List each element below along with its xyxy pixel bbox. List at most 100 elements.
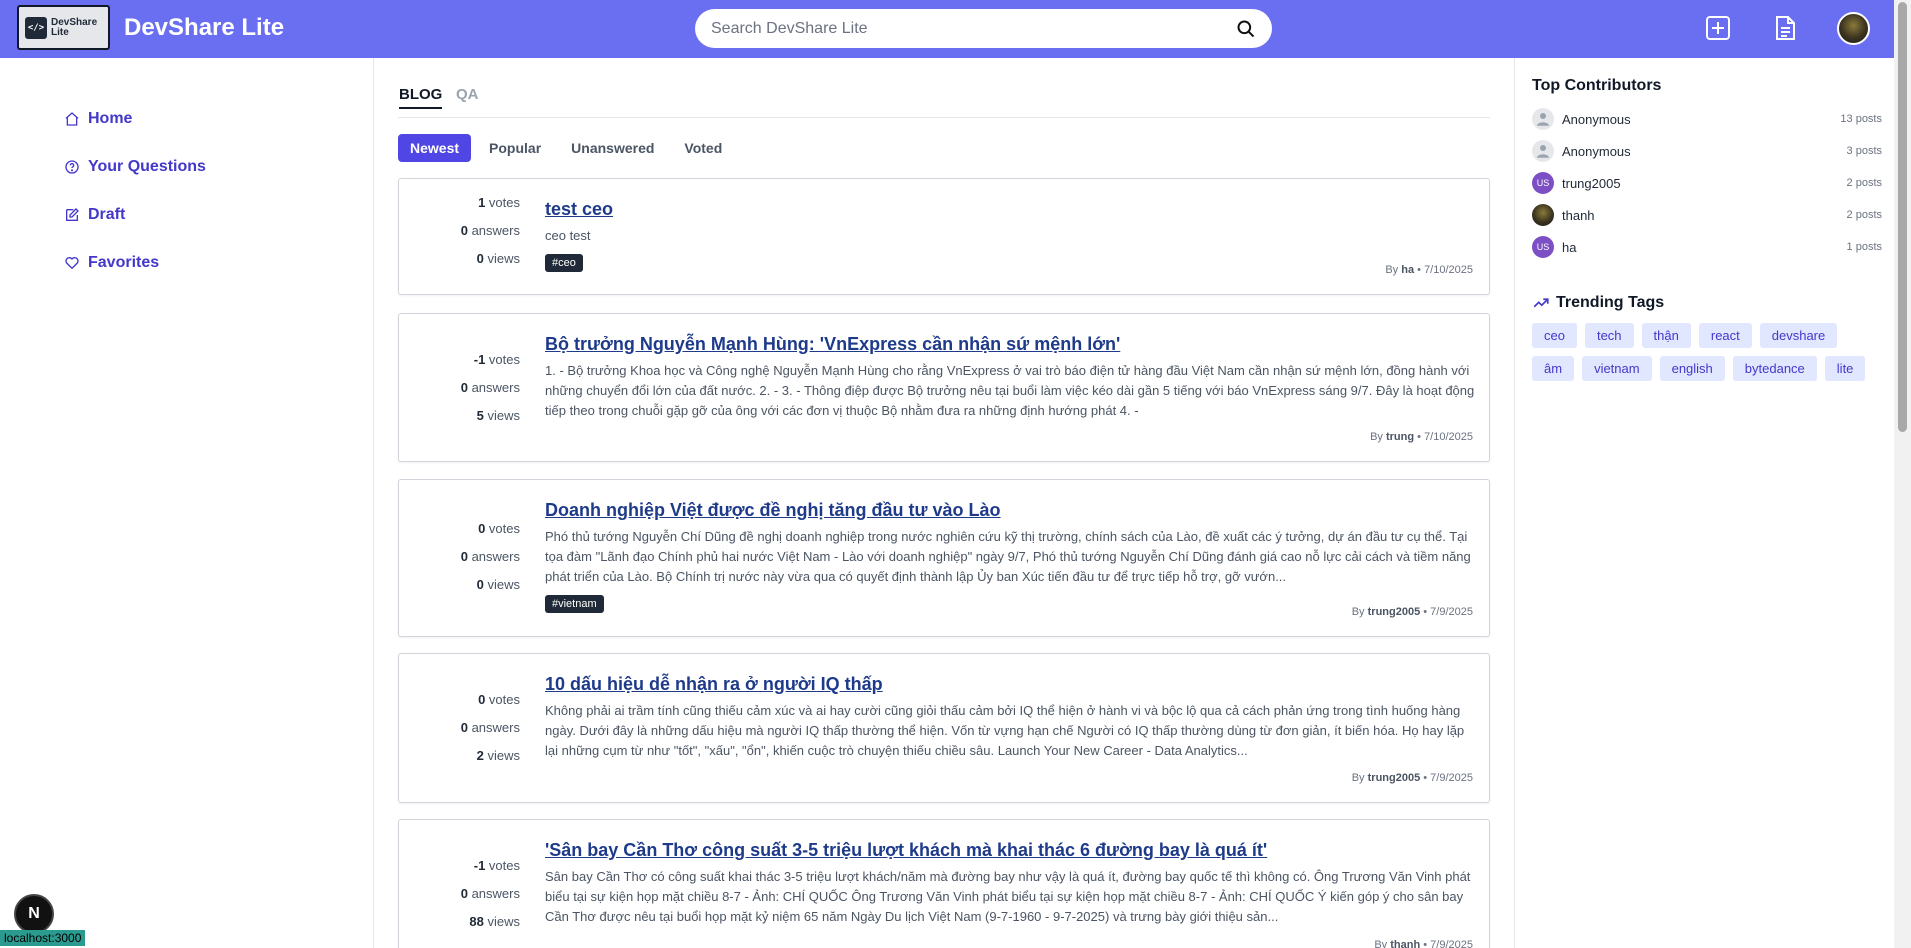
post-stats: -1 votes 0 answers 88 views xyxy=(460,858,520,929)
contributor-name: trung2005 xyxy=(1562,175,1621,191)
trending-tag[interactable]: lite xyxy=(1824,356,1866,381)
contributor-name: Anonymous xyxy=(1562,111,1631,127)
scrollbar-thumb[interactable] xyxy=(1898,2,1907,432)
post-stats: 1 votes 0 answers 0 views xyxy=(460,195,520,266)
filter-unanswered[interactable]: Unanswered xyxy=(559,134,666,162)
filter-voted[interactable]: Voted xyxy=(672,134,734,162)
post-card: -1 votes 0 answers 88 views 'Sân bay Cần… xyxy=(398,819,1490,948)
post-card: 0 votes 0 answers 0 views Doanh nghiệp V… xyxy=(398,479,1490,637)
contributor-item[interactable]: Anonymous 3 posts xyxy=(1532,138,1882,164)
sidebar-item-label: Home xyxy=(88,110,133,127)
post-title[interactable]: Doanh nghiệp Việt được đề nghị tăng đầu … xyxy=(545,500,1475,521)
tab-blog[interactable]: BLOG xyxy=(399,86,443,109)
nextjs-dev-badge[interactable]: N xyxy=(14,894,54,934)
trending-tag[interactable]: ceo xyxy=(1532,323,1577,348)
trending-tag[interactable]: thận xyxy=(1641,323,1691,348)
post-excerpt: ceo test xyxy=(545,228,591,243)
search-bar xyxy=(695,9,1272,48)
post-tag[interactable]: #vietnam xyxy=(545,595,604,613)
page-scrollbar[interactable] xyxy=(1894,0,1911,948)
post-stats: -1 votes 0 answers 5 views xyxy=(460,352,520,423)
post-author[interactable]: trung2005 xyxy=(1368,772,1421,784)
content-tabs: BLOG QA xyxy=(398,86,1490,118)
sidebar-item-your-questions[interactable]: Your Questions xyxy=(64,158,206,176)
post-stats: 0 votes 0 answers 2 views xyxy=(460,692,520,763)
filter-popular[interactable]: Popular xyxy=(477,134,553,162)
contributor-posts: 1 posts xyxy=(1846,241,1882,253)
post-byline: By trung • 7/10/2025 xyxy=(1370,431,1473,443)
trending-tags-list: ceo tech thận react devshare âm vietnam … xyxy=(1532,323,1872,381)
status-url: localhost:3000 xyxy=(0,930,86,946)
trending-tag[interactable]: bytedance xyxy=(1732,356,1817,381)
trending-tag[interactable]: react xyxy=(1698,323,1752,348)
avatar xyxy=(1532,204,1554,226)
post-byline: By ha • 7/10/2025 xyxy=(1385,264,1473,276)
post-author[interactable]: trung xyxy=(1386,431,1414,443)
post-excerpt: Không phải ai trầm tính cũng thiếu cảm x… xyxy=(545,703,1465,758)
contributor-posts: 2 posts xyxy=(1846,177,1882,189)
contributor-posts: 2 posts xyxy=(1846,209,1882,221)
app-logo[interactable]: </> DevShare Lite xyxy=(17,5,110,50)
trending-tags-heading: Trending Tags xyxy=(1532,294,1664,312)
post-tag[interactable]: #ceo xyxy=(545,254,583,272)
contributor-item[interactable]: US trung2005 2 posts xyxy=(1532,170,1882,196)
trending-tag[interactable]: english xyxy=(1659,356,1725,381)
sidebar-item-home[interactable]: Home xyxy=(64,110,132,128)
trending-tag[interactable]: âm xyxy=(1532,356,1575,381)
avatar: US xyxy=(1532,236,1554,258)
post-title[interactable]: 'Sân bay Cần Thơ công suất 3-5 triệu lượ… xyxy=(545,840,1475,861)
search-input[interactable] xyxy=(711,19,1236,38)
top-header: </> DevShare Lite DevShare Lite xyxy=(0,0,1894,58)
heart-icon xyxy=(65,257,79,270)
home-icon xyxy=(65,112,79,126)
post-excerpt: Phó thủ tướng Nguyễn Chí Dũng đề nghị do… xyxy=(545,529,1471,584)
edit-icon xyxy=(66,208,79,221)
right-sidebar: Top Contributors Anonymous 13 posts Anon… xyxy=(1514,58,1894,948)
sidebar-item-favorites[interactable]: Favorites xyxy=(64,254,159,272)
contributor-item[interactable]: thanh 2 posts xyxy=(1532,202,1882,228)
question-circle-icon xyxy=(65,160,79,174)
post-card: 1 votes 0 answers 0 views test ceo ceo t… xyxy=(398,178,1490,295)
post-excerpt: Sân bay Cần Thơ có công suất khai thác 3… xyxy=(545,869,1471,924)
trending-tag[interactable]: devshare xyxy=(1759,323,1838,348)
post-author[interactable]: thanh xyxy=(1390,939,1420,948)
post-byline: By thanh • 7/9/2025 xyxy=(1374,939,1473,948)
contributor-name: ha xyxy=(1562,239,1577,255)
trending-tag[interactable]: vietnam xyxy=(1582,356,1652,381)
left-sidebar: Home Your Questions Draft Favorites xyxy=(0,58,374,948)
trending-tag[interactable]: tech xyxy=(1584,323,1634,348)
post-author[interactable]: ha xyxy=(1401,264,1414,276)
post-title[interactable]: 10 dấu hiệu dễ nhận ra ở người IQ thấp xyxy=(545,674,1475,695)
contributor-posts: 3 posts xyxy=(1846,145,1882,157)
user-avatar[interactable] xyxy=(1837,12,1870,45)
contributor-name: thanh xyxy=(1562,207,1595,223)
app-title[interactable]: DevShare Lite xyxy=(124,14,284,42)
post-author[interactable]: trung2005 xyxy=(1368,606,1421,618)
contributor-posts: 13 posts xyxy=(1840,113,1882,125)
contributor-item[interactable]: US ha 1 posts xyxy=(1532,234,1882,260)
sort-filters: Newest Popular Unanswered Voted xyxy=(398,134,734,162)
filter-newest[interactable]: Newest xyxy=(398,134,472,162)
post-card: -1 votes 0 answers 5 views Bộ trưởng Ngu… xyxy=(398,313,1490,462)
trending-up-icon xyxy=(1533,298,1549,308)
sidebar-item-label: Your Questions xyxy=(88,158,206,175)
sidebar-item-label: Favorites xyxy=(88,254,160,271)
sidebar-item-draft[interactable]: Draft xyxy=(64,206,125,224)
document-icon[interactable] xyxy=(1771,14,1799,42)
anonymous-avatar-icon xyxy=(1532,108,1554,130)
post-stats: 0 votes 0 answers 0 views xyxy=(460,521,520,592)
post-title[interactable]: test ceo xyxy=(545,199,1475,220)
sidebar-item-label: Draft xyxy=(88,206,126,223)
search-icon[interactable] xyxy=(1236,19,1256,39)
post-title[interactable]: Bộ trưởng Nguyễn Mạnh Hùng: 'VnExpress c… xyxy=(545,334,1475,355)
contributor-item[interactable]: Anonymous 13 posts xyxy=(1532,106,1882,132)
logo-text: DevShare Lite xyxy=(51,16,98,38)
code-icon: </> xyxy=(25,16,47,39)
contributor-name: Anonymous xyxy=(1562,143,1631,159)
new-post-icon[interactable] xyxy=(1704,14,1732,42)
post-excerpt: 1. - Bộ trưởng Khoa học và Công nghệ Ngu… xyxy=(545,363,1475,418)
post-card: 0 votes 0 answers 2 views 10 dấu hiệu dễ… xyxy=(398,653,1490,803)
avatar: US xyxy=(1532,172,1554,194)
tab-qa[interactable]: QA xyxy=(456,86,479,103)
post-byline: By trung2005 • 7/9/2025 xyxy=(1351,772,1473,784)
